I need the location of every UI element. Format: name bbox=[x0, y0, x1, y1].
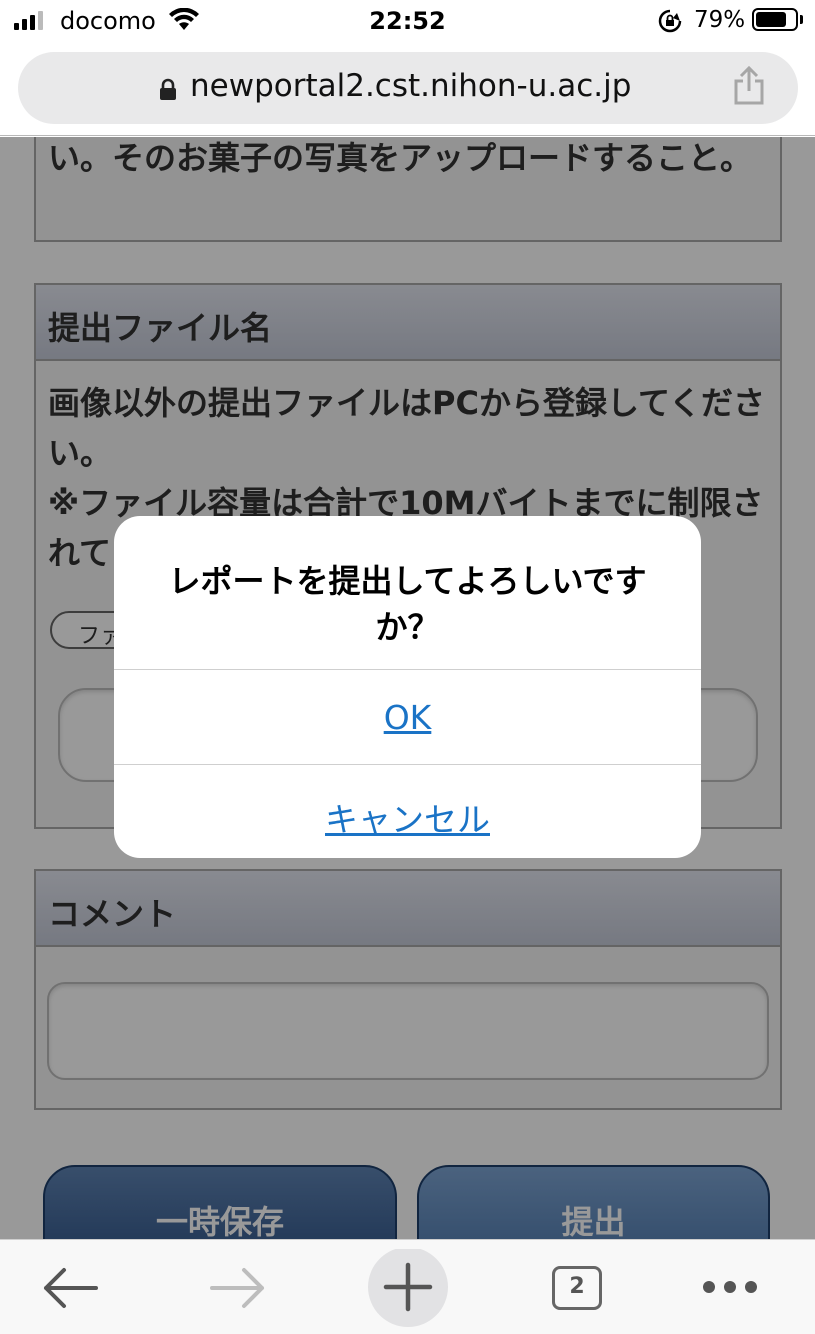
share-icon[interactable] bbox=[732, 66, 766, 106]
battery-percent: 79% bbox=[694, 7, 746, 33]
tabs-icon[interactable]: 2 bbox=[552, 1266, 602, 1310]
more-icon[interactable] bbox=[700, 1278, 760, 1296]
rotation-lock-icon bbox=[658, 9, 682, 33]
url-text: newportal2.cst.nihon-u.ac.jp bbox=[190, 68, 632, 104]
address-bar[interactable]: newportal2.cst.nihon-u.ac.jp bbox=[18, 52, 798, 124]
battery-icon bbox=[752, 8, 798, 31]
clock: 22:52 bbox=[369, 7, 446, 35]
cancel-button[interactable]: キャンセル bbox=[114, 765, 701, 858]
forward-arrow-icon[interactable] bbox=[208, 1264, 268, 1312]
ok-button[interactable]: OK bbox=[114, 670, 701, 764]
back-arrow-icon[interactable] bbox=[40, 1264, 100, 1312]
dialog-message: レポートを提出してよろしいですか？ bbox=[168, 562, 647, 646]
lock-icon bbox=[160, 78, 176, 100]
confirm-dialog: レポートを提出してよろしいですか？ OK キャンセル bbox=[114, 516, 701, 858]
new-tab-plus-icon[interactable] bbox=[366, 1249, 450, 1329]
browser-toolbar: 2 bbox=[0, 1239, 815, 1334]
browser-address-area: newportal2.cst.nihon-u.ac.jp bbox=[0, 42, 815, 136]
battery-tip bbox=[800, 15, 803, 24]
status-bar: docomo 22:52 79% bbox=[0, 0, 815, 42]
